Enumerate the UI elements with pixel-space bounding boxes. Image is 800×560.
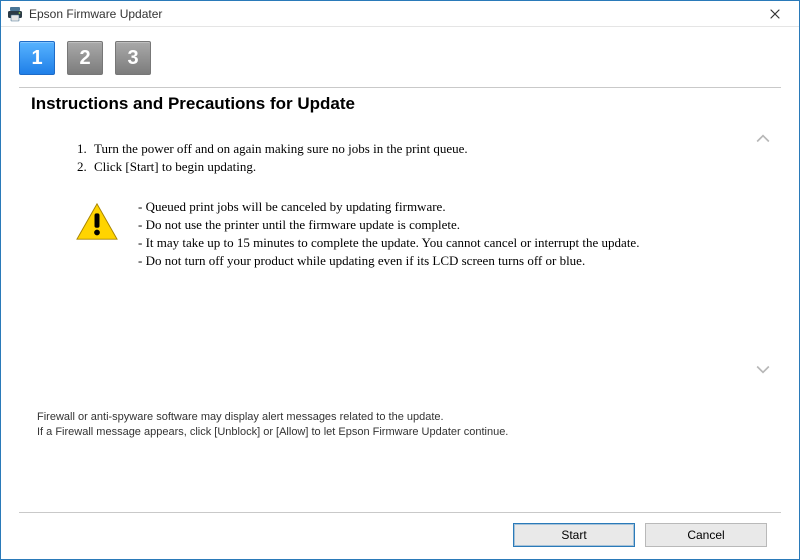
step-2: 2	[67, 41, 103, 75]
firmware-updater-window: Epson Firmware Updater 1 2 3 Instruction…	[0, 0, 800, 560]
footnote: Firewall or anti-spyware software may di…	[37, 410, 781, 440]
footnote-line: Firewall or anti-spyware software may di…	[37, 410, 781, 425]
warning-line: - Queued print jobs will be canceled by …	[138, 199, 639, 215]
warning-line: - It may take up to 15 minutes to comple…	[138, 235, 639, 251]
footnote-line: If a Firewall message appears, click [Un…	[37, 425, 781, 440]
page-title: Instructions and Precautions for Update	[31, 94, 781, 114]
instruction-item: Click [Start] to begin updating.	[90, 159, 750, 175]
step-3: 3	[115, 41, 151, 75]
warning-line: - Do not use the printer until the firmw…	[138, 217, 639, 233]
warning-icon	[74, 201, 120, 243]
printer-icon	[7, 6, 23, 22]
warning-text: - Queued print jobs will be canceled by …	[138, 199, 639, 271]
step-indicator: 1 2 3	[19, 37, 781, 87]
window-title: Epson Firmware Updater	[29, 7, 755, 21]
scroll-down-icon[interactable]	[756, 363, 770, 379]
warning-block: - Queued print jobs will be canceled by …	[74, 199, 750, 271]
close-button[interactable]	[755, 2, 795, 26]
divider-top	[19, 87, 781, 88]
instructions-panel: Turn the power off and on again making s…	[37, 124, 775, 386]
instruction-list: Turn the power off and on again making s…	[54, 141, 750, 175]
instruction-item: Turn the power off and on again making s…	[90, 141, 750, 157]
warning-line: - Do not turn off your product while upd…	[138, 253, 639, 269]
button-row: Start Cancel	[19, 513, 781, 559]
footer: Start Cancel	[19, 512, 781, 559]
scroll-up-icon[interactable]	[756, 131, 770, 147]
content-area: 1 2 3 Instructions and Precautions for U…	[1, 27, 799, 559]
cancel-button[interactable]: Cancel	[645, 523, 767, 547]
step-1: 1	[19, 41, 55, 75]
titlebar: Epson Firmware Updater	[1, 1, 799, 27]
start-button[interactable]: Start	[513, 523, 635, 547]
